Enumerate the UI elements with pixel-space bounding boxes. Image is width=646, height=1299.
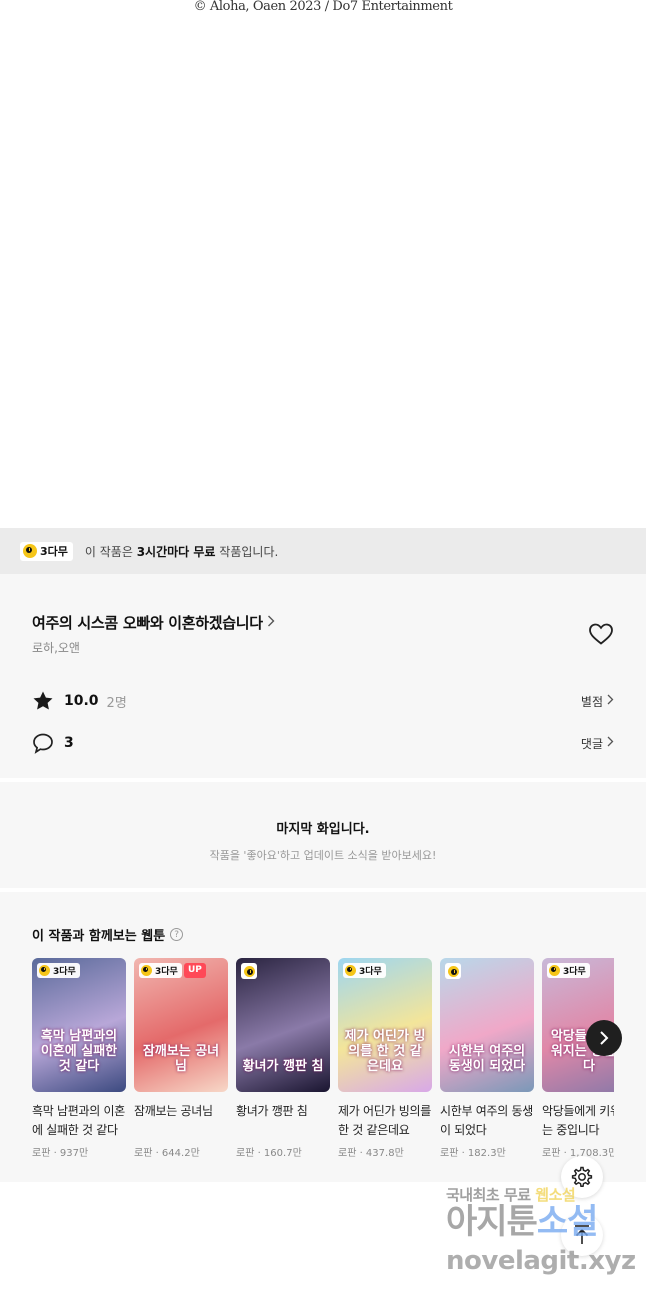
card-title: 황녀가 깽판 침	[236, 1104, 308, 1118]
settings-button[interactable]	[561, 1156, 603, 1198]
banner-text-bold: 3시간마다 무료	[136, 544, 216, 559]
free-badge-label: 3다무	[359, 967, 382, 977]
comment-icon	[32, 732, 54, 754]
clock-icon	[39, 965, 50, 976]
free-badge-label: 3다무	[563, 967, 586, 977]
cover-image: 시한부 여주의 동생이 되었다	[440, 958, 534, 1092]
arrow-up-icon	[575, 1225, 589, 1244]
cover-image: 제가 어딘가 빙의를 한 것 같은데요 3다무	[338, 958, 432, 1092]
recommendation-card[interactable]: 흑막 남편과의 이혼에 실패한 것 같다 3다무 흑막 남편과의 이혼에 실패한 것…	[32, 958, 126, 1159]
clock-icon	[243, 965, 255, 977]
banner-text: 이 작품은 3시간마다 무료 작품입니다.	[85, 543, 278, 560]
chevron-right-icon	[600, 1031, 609, 1045]
last-episode-title: 마지막 화입니다.	[276, 822, 370, 837]
chevron-right-icon	[607, 694, 614, 709]
cover-title: 황녀가 깽판 침	[242, 1059, 324, 1074]
clock-icon	[345, 965, 356, 976]
card-meta: 로판 · 437.8만	[338, 1148, 404, 1159]
help-icon[interactable]: ?	[170, 928, 184, 941]
free-badge-label: 3다무	[155, 967, 178, 977]
chevron-right-icon	[267, 615, 275, 631]
work-title-link[interactable]: 여주의 시스콤 오빠와 이혼하겠습니다	[32, 612, 275, 633]
cover-title: 제가 어딘가 빙의를 한 것 같은데요	[344, 1029, 426, 1074]
free-badge: 3다무	[547, 963, 590, 978]
scroll-top-button[interactable]	[561, 1214, 603, 1256]
work-title: 여주의 시스콤 오빠와 이혼하겠습니다	[32, 614, 263, 632]
recommendation-carousel: 흑막 남편과의 이혼에 실패한 것 같다 3다무 흑막 남편과의 이혼에 실패한 것…	[32, 958, 614, 1168]
cover-image: 황녀가 깽판 침	[236, 958, 330, 1092]
rating-count: 2명	[106, 695, 127, 711]
watermark-line1-text: 국내최초 무료	[446, 1186, 531, 1204]
card-meta: 로판 · 160.7만	[236, 1148, 302, 1159]
card-title: 악당들에게 키워지는 중입니다	[542, 1104, 614, 1137]
comments-link[interactable]: 댓글	[581, 735, 614, 752]
last-episode-subtitle: 작품을 '좋아요'하고 업데이트 소식을 받아보세요!	[209, 849, 437, 862]
card-title: 흑막 남편과의 이혼에 실패한 것 같다	[32, 1104, 125, 1137]
recommendations-heading-text: 이 작품과 함께보는 웹툰	[32, 929, 166, 944]
card-meta: 로판 · 644.2만	[134, 1148, 200, 1159]
clock-badge	[445, 963, 461, 979]
cover-title: 시한부 여주의 동생이 되었다	[448, 1044, 526, 1074]
chevron-right-icon	[607, 736, 614, 751]
heart-icon[interactable]	[588, 622, 614, 646]
free-badge: 3다무	[139, 963, 182, 978]
recommendation-card[interactable]: 시한부 여주의 동생이 되었다 시한부 여주의 동생이 되었다 로판 · 182.3…	[440, 958, 534, 1159]
banner-text-suffix: 작품입니다.	[215, 544, 279, 559]
work-authors: 로하,오앤	[32, 641, 80, 655]
star-icon	[32, 690, 54, 712]
cover-title: 잠깨보는 공녀님	[142, 1044, 220, 1074]
rating-link-label: 별점	[580, 694, 603, 709]
last-episode-notice: 마지막 화입니다. 작품을 '좋아요'하고 업데이트 소식을 받아보세요!	[0, 782, 646, 888]
free-badge-label: 3다무	[40, 545, 68, 558]
recommendation-card[interactable]: 황녀가 깽판 침 황녀가 깽판 침 로판 · 160.7만	[236, 958, 330, 1159]
card-meta: 로판 · 182.3만	[440, 1148, 506, 1159]
cover-image: 잠깨보는 공녀님 3다무 UP	[134, 958, 228, 1092]
free-badge: 3다무	[20, 541, 73, 561]
comment-count: 3	[64, 735, 74, 751]
carousel-next-button[interactable]	[586, 1020, 622, 1056]
card-meta: 로판 · 937만	[32, 1148, 89, 1159]
rating-link[interactable]: 별점	[581, 693, 614, 710]
rating-row: 10.0 2명 별점	[32, 688, 614, 714]
free-badge: 3다무	[37, 963, 80, 978]
comment-row: 3 댓글	[32, 730, 614, 756]
card-title: 잠깨보는 공녀님	[134, 1104, 213, 1118]
free-every-3h-banner: 3다무 이 작품은 3시간마다 무료 작품입니다.	[0, 528, 646, 574]
free-badge: 3다무	[343, 963, 386, 978]
gear-icon	[571, 1166, 593, 1188]
clock-icon	[549, 965, 560, 976]
watermark-line1: 국내최초 무료 웹소설	[446, 1184, 576, 1205]
free-badge-label: 3다무	[53, 967, 76, 977]
clock-icon	[141, 965, 152, 976]
clock-icon	[447, 965, 459, 977]
banner-text-prefix: 이 작품은	[84, 544, 137, 559]
cover-title: 흑막 남편과의 이혼에 실패한 것 같다	[40, 1029, 118, 1074]
recommendation-card[interactable]: 잠깨보는 공녀님 3다무 UP 잠깨보는 공녀님로판 · 644.2만	[134, 958, 228, 1159]
recommendations-heading: 이 작품과 함께보는 웹툰 ?	[32, 925, 184, 944]
card-title: 시한부 여주의 동생이 되었다	[440, 1104, 533, 1137]
cover-image: 흑막 남편과의 이혼에 실패한 것 같다 3다무	[32, 958, 126, 1092]
recommendation-card[interactable]: 제가 어딘가 빙의를 한 것 같은데요 3다무 제가 어딘가 빙의를 한 것 같은데…	[338, 958, 432, 1159]
recommendation-card[interactable]: 악당들에게 키워지는 중입니다3다무악당들에게 키워지는 중입니다로판 · 1,…	[542, 958, 614, 1159]
watermark-line3: novelagit.xyz	[446, 1246, 636, 1276]
recommendations-section: 이 작품과 함께보는 웹툰 ? 흑막 남편과의 이혼에 실패한 것 같다 3다무 흑…	[0, 892, 646, 1182]
work-info-panel: 여주의 시스콤 오빠와 이혼하겠습니다 로하,오앤 10.0 2명 별점 3 댓…	[0, 574, 646, 778]
comments-link-label: 댓글	[580, 736, 603, 751]
clock-badge	[241, 963, 257, 979]
copyright-text: © Aloha, Oaen 2023 / Do7 Entertainment	[193, 0, 453, 14]
clock-icon	[23, 544, 37, 558]
watermark-line2-text: 아지툰	[446, 1202, 538, 1242]
card-title: 제가 어딘가 빙의를 한 것 같은데요	[338, 1104, 431, 1137]
rating-value: 10.0	[64, 693, 99, 709]
up-badge: UP	[184, 963, 206, 978]
